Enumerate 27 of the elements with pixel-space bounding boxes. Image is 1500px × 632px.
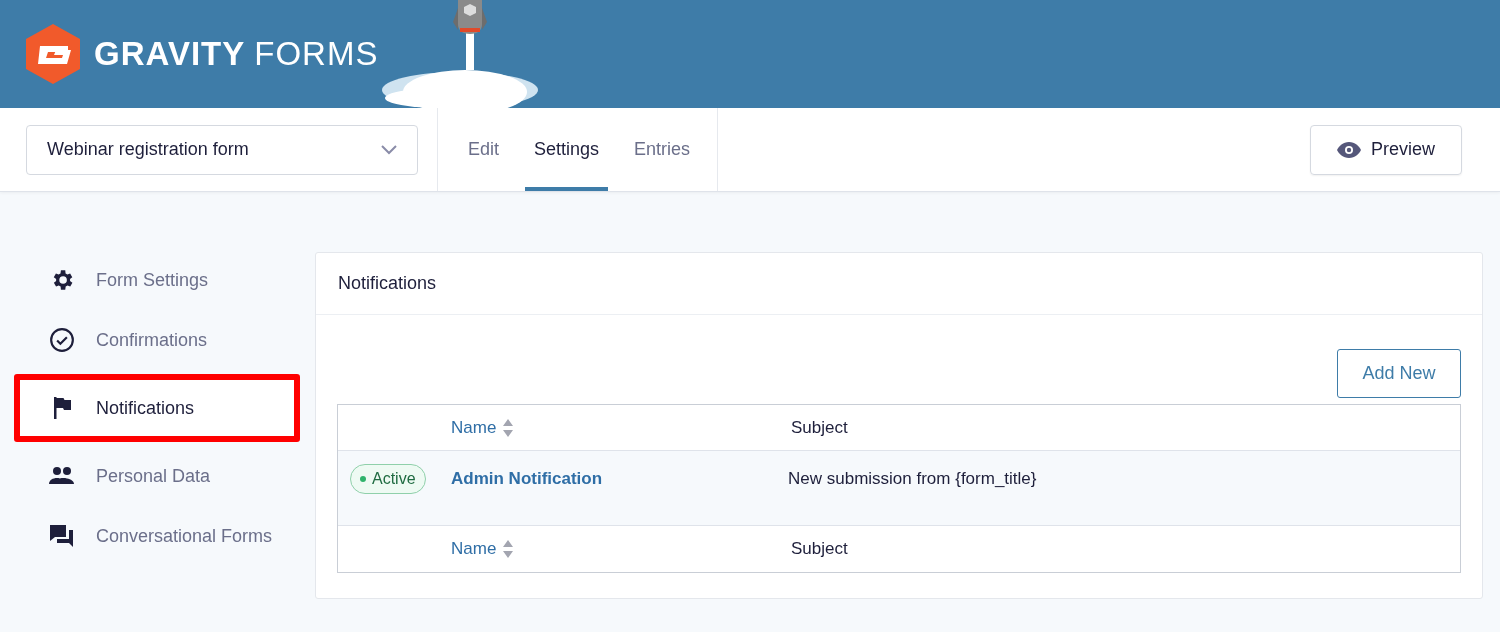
notification-name-link[interactable]: Admin Notification [451, 464, 788, 492]
sidebar-item[interactable]: Conversational Forms [14, 510, 300, 562]
panel-title: Notifications [338, 272, 437, 295]
tab[interactable]: Entries [625, 108, 700, 191]
column-header: Subject [791, 416, 848, 439]
column-header: Subject [791, 538, 848, 561]
tab[interactable]: Settings [525, 108, 609, 191]
add-new-button[interactable]: Add New [1337, 349, 1461, 398]
preview-button[interactable]: Preview [1310, 124, 1462, 175]
logo-icon [26, 24, 80, 84]
form-select[interactable]: Webinar registration form [26, 124, 418, 175]
sidebar-item[interactable]: Confirmations [14, 314, 300, 366]
chevron-down-icon [381, 144, 397, 155]
eye-icon [1337, 141, 1361, 158]
status-badge[interactable]: Active [350, 464, 426, 494]
sort-link[interactable]: Name [451, 414, 791, 441]
sort-link[interactable]: Name [451, 536, 791, 562]
logo-text: GRAVITY [94, 34, 246, 75]
sidebar-item[interactable]: Form Settings [14, 254, 300, 306]
tab[interactable]: Edit [459, 108, 509, 191]
sidebar-item[interactable]: Personal Data [14, 450, 300, 502]
sidebar-item[interactable]: Notifications [14, 374, 300, 442]
sort-icon [502, 417, 515, 438]
check-circle-icon [49, 327, 75, 353]
logo-text: FORMS [254, 34, 379, 75]
table-cell-text: New submission from {form_title} [788, 468, 1037, 490]
sort-icon [502, 539, 515, 559]
